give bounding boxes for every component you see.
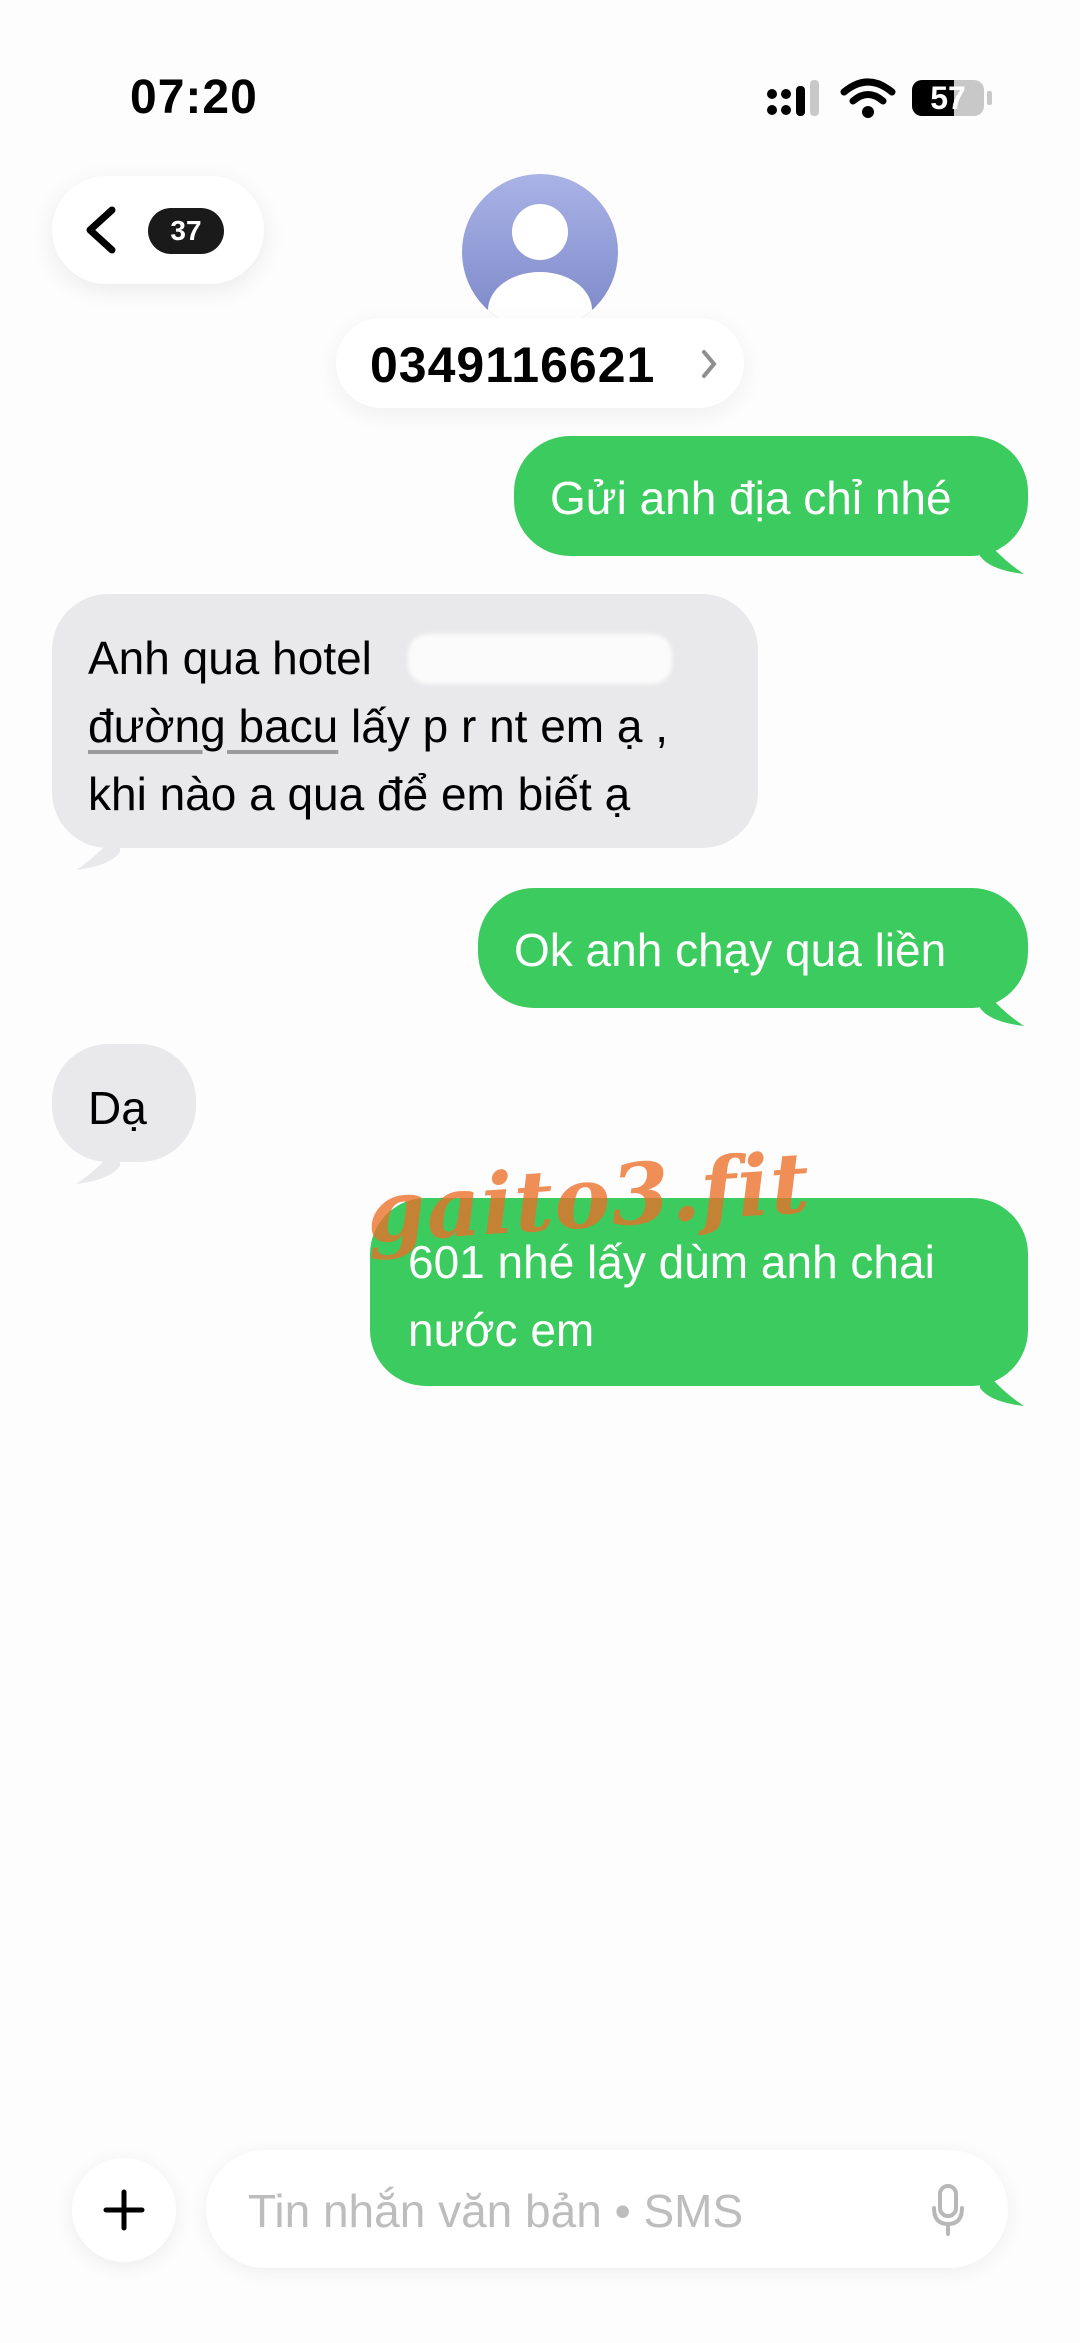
avatar-icon <box>488 204 592 330</box>
message-bubble-received[interactable]: Anh qua hotel đường bacu lấy p r nt em ạ… <box>52 594 758 848</box>
bubble-tail <box>76 1140 120 1184</box>
chevron-left-icon <box>86 206 116 254</box>
message-line: khi nào a qua để em biết ạ <box>88 768 631 820</box>
wifi-icon <box>840 78 896 118</box>
redacted-area <box>408 634 672 684</box>
unread-badge: 37 <box>148 208 224 254</box>
message-bubble-sent[interactable]: Ok anh chạy qua liền <box>478 888 1028 1008</box>
message-input-placeholder: Tin nhắn văn bản • SMS <box>248 2185 744 2237</box>
contact-details-button[interactable]: 0349116621 <box>336 318 744 408</box>
status-bar: 07:20 57 <box>0 0 1080 160</box>
message-bubble-sent[interactable]: Gửi anh địa chỉ nhé <box>514 436 1028 556</box>
bubble-tail <box>980 530 1024 574</box>
battery-level: 57 <box>930 80 966 116</box>
add-attachment-button[interactable] <box>72 2158 176 2262</box>
address-link[interactable]: đường bacu <box>88 700 338 752</box>
signal-icon <box>767 80 819 116</box>
message-input[interactable]: Tin nhắn văn bản • SMS <box>206 2150 1008 2268</box>
status-time: 07:20 <box>130 71 258 124</box>
contact-avatar[interactable] <box>462 174 618 330</box>
message-text: Gửi anh địa chỉ nhé <box>550 472 952 524</box>
message-line: nước em <box>408 1304 595 1356</box>
back-button[interactable]: 37 <box>52 176 264 284</box>
bubble-tail <box>980 1362 1024 1406</box>
mic-icon[interactable] <box>930 2184 966 2236</box>
chevron-right-icon <box>702 350 717 378</box>
message-text: Ok anh chạy qua liền <box>514 924 947 976</box>
bubble-tail <box>76 826 120 870</box>
plus-icon <box>103 2189 145 2231</box>
message-text: Dạ <box>88 1082 147 1134</box>
message-line: đường bacu lấy p r nt em ạ , <box>88 700 669 752</box>
contact-name: 0349116621 <box>370 337 656 393</box>
bubble-tail <box>980 982 1024 1026</box>
